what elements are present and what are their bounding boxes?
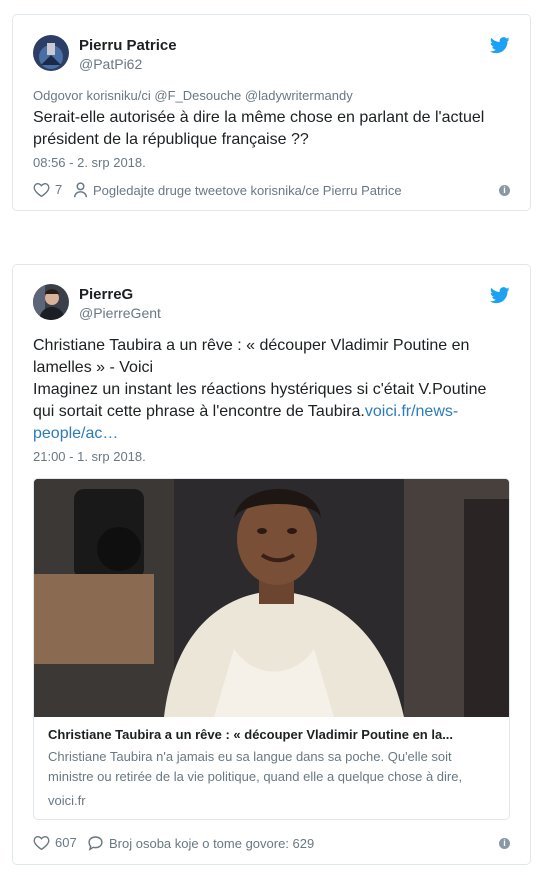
heart-icon [33,836,50,850]
link-card-domain: voici.fr [48,793,86,808]
like-button[interactable]: 607 [33,835,77,850]
twitter-bird-icon[interactable] [490,37,510,54]
heart-icon [33,183,50,197]
author-handle[interactable]: @PatPi62 [79,56,142,72]
like-count: 7 [55,182,63,197]
link-card[interactable]: Christiane Taubira a un rêve : « découpe… [33,478,510,820]
author-name[interactable]: Pierru Patrice [79,37,177,54]
timestamp[interactable]: 21:00 - 1. srp 2018. [33,449,146,464]
info-icon[interactable]: i [499,185,510,196]
twitter-bird-icon[interactable] [490,287,510,304]
view-more-tweets-link[interactable]: Pogledajte druge tweetove korisnika/ce P… [73,182,402,198]
tweet-text-line: Christiane Taubira a un rêve : « découpe… [33,337,470,376]
like-button[interactable]: 7 [33,182,62,197]
conversation-label: Broj osoba koje o tome govore: 629 [109,835,315,851]
link-card-image[interactable] [34,479,509,717]
author-handle[interactable]: @PierreGent [79,305,161,321]
tweet-text: Christiane Taubira a un rêve : « découpe… [33,335,503,445]
tweet-text-line: Imaginez un instant les réactions hystér… [33,379,503,445]
reply-context: Odgovor korisniku/ci @F_Desouche @ladywr… [33,88,353,103]
view-more-tweets-label: Pogledajte druge tweetove korisnika/ce P… [93,182,402,198]
tweet-card: Pierru Patrice @PatPi62 Odgovor korisnik… [12,14,531,211]
avatar[interactable] [33,284,69,320]
tweet-text: Serait-elle autorisée à dire la même cho… [33,109,485,148]
tweet-card: PierreG @PierreGent Christiane Taubira a… [12,264,531,865]
link-card-title[interactable]: Christiane Taubira a un rêve : « découpe… [48,727,493,742]
author-name[interactable]: PierreG [79,286,133,303]
tweet-actions: 607 Broj osoba koje o tome govore: 629 i [33,835,510,855]
comment-icon [88,836,103,851]
info-icon[interactable]: i [499,838,510,849]
photo [34,479,509,717]
tweet-actions: 7 Pogledajte druge tweetove korisnika/ce… [33,182,510,202]
avatar[interactable] [33,35,69,71]
like-count: 607 [55,835,77,850]
person-icon [73,182,88,198]
link-card-description: Christiane Taubira n'a jamais eu sa lang… [48,749,463,784]
conversation-link[interactable]: Broj osoba koje o tome govore: 629 [87,835,314,851]
timestamp[interactable]: 08:56 - 2. srp 2018. [33,155,146,170]
